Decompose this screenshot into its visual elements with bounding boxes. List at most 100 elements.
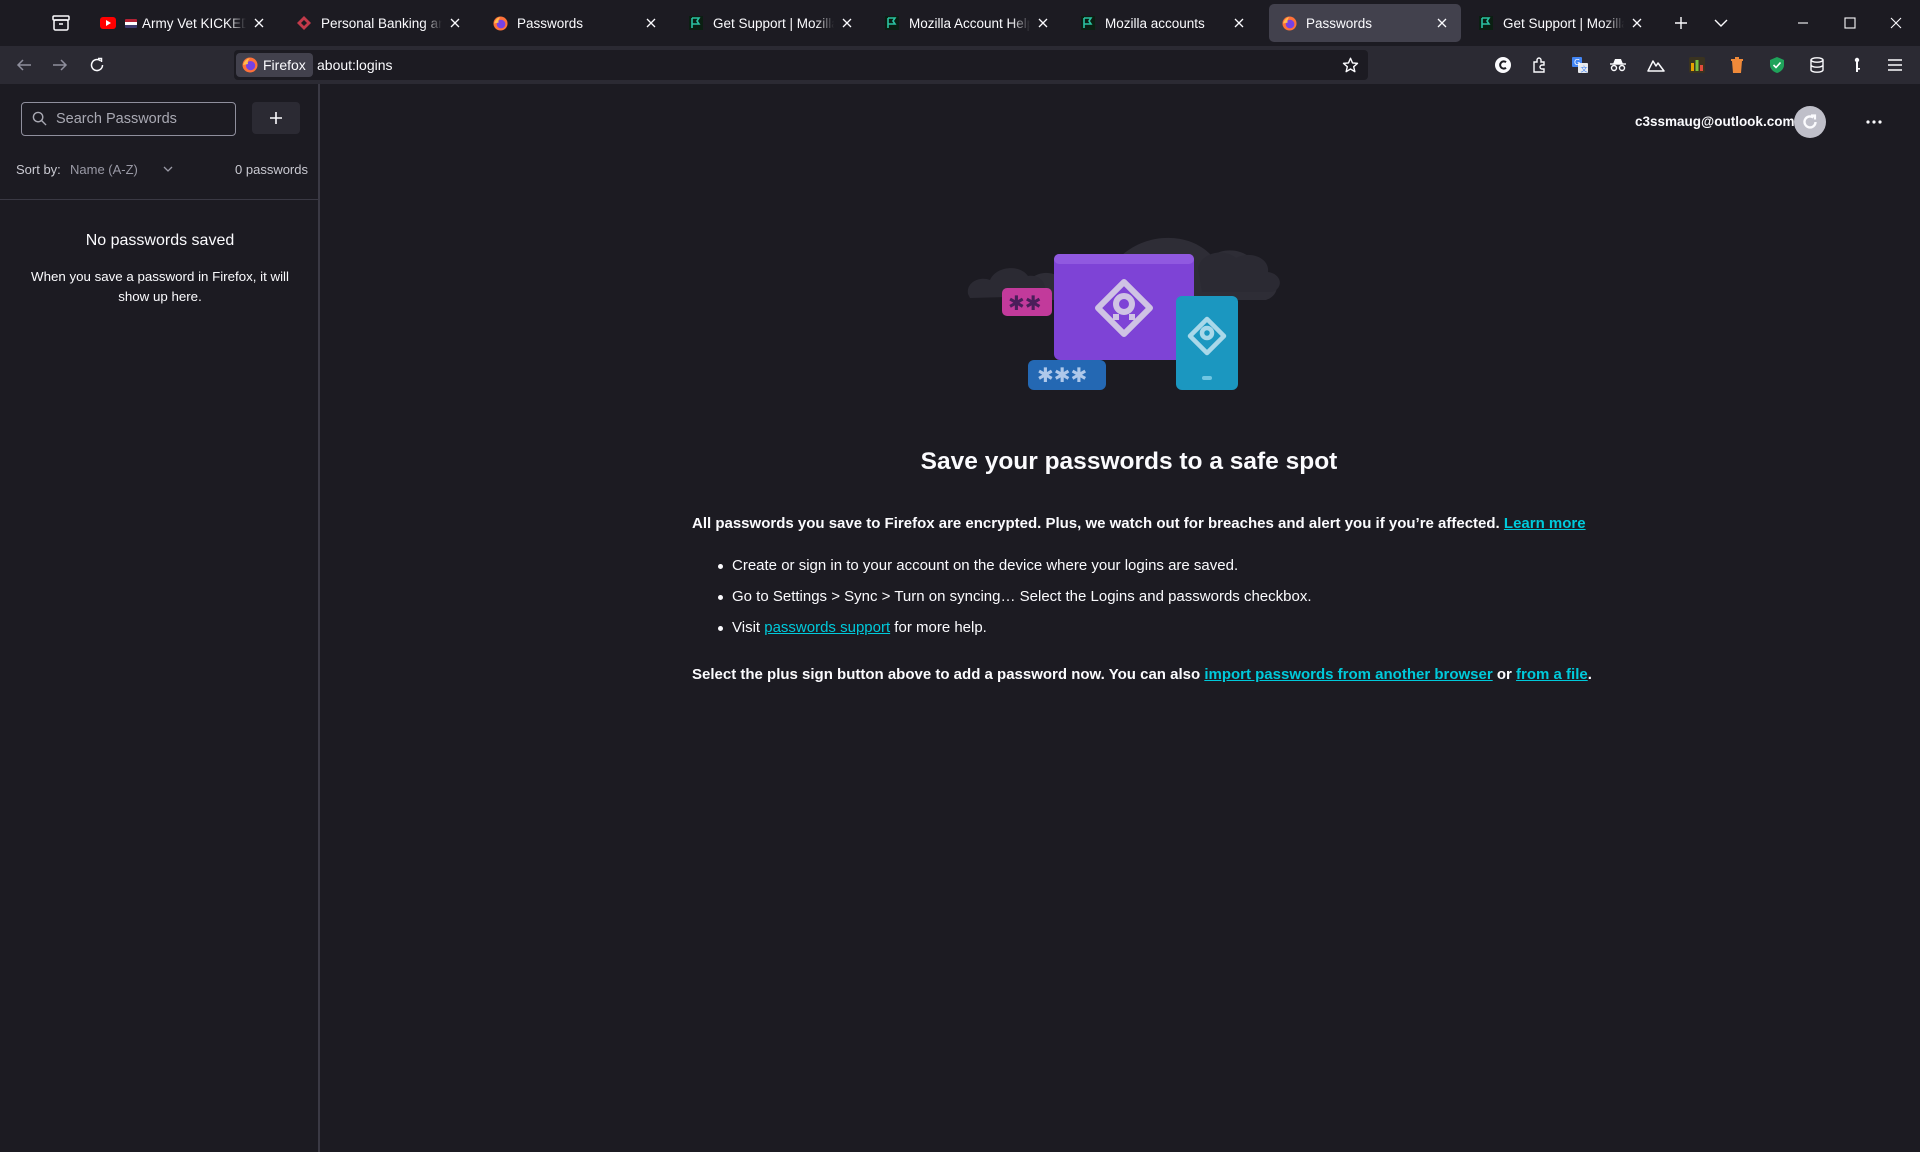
minimize-icon [1798,22,1808,24]
account-email[interactable]: c3ssmaug@outlook.com [1635,114,1794,129]
new-tab-button[interactable] [1668,11,1694,35]
mozilla-icon [884,15,900,31]
step3-prefix: Visit [732,619,765,636]
tab-get-support-2[interactable]: Get Support | Mozilla Supp [1466,4,1656,42]
tab-mozilla-accounts[interactable]: Mozilla accounts [1068,4,1258,42]
close-window-button[interactable] [1873,0,1919,46]
import-prefix: Select the plus sign button above to add… [692,666,1205,683]
logins-main: c3ssmaug@outlook.com ✱✱ ✱✱✱ Save your pa… [320,84,1920,1152]
firefox-view-icon [52,15,70,31]
import-from-file-link[interactable]: from a file [1516,666,1588,683]
plus-icon [270,112,282,124]
trash-extension-icon[interactable] [1726,54,1748,76]
tab-passwords-active[interactable]: Passwords [1269,4,1461,42]
list-item: Go to Settings > Sync > Turn on syncing…… [718,588,1632,619]
tab-get-support[interactable]: Get Support | Mozilla Supp [676,4,866,42]
tab-close-icon[interactable] [250,14,268,32]
password-count: 0 passwords [235,162,308,177]
tab-title: Army Vet KICKED OUT [125,16,246,31]
url-text[interactable]: about:logins [317,57,393,73]
list-item: Create or sign in to your account on the… [718,557,1632,588]
tab-personal-banking[interactable]: Personal Banking and Fina [284,4,474,42]
tab-title: Personal Banking and Fina [321,15,442,31]
database-extension-icon[interactable] [1806,54,1828,76]
sort-label: Sort by: [16,162,61,177]
key-extension-icon[interactable] [1846,54,1868,76]
passwords-support-link[interactable]: passwords support [764,619,890,636]
translate-extension-icon[interactable]: G文 [1569,54,1591,76]
page-headline: Save your passwords to a safe spot [920,448,1338,475]
empty-list-description: When you save a password in Firefox, it … [31,269,289,304]
tab-close-icon[interactable] [1433,14,1451,32]
tab-army-vet[interactable]: Army Vet KICKED OUT [88,4,278,42]
tab-close-icon[interactable] [1230,14,1248,32]
minimize-button[interactable] [1780,0,1826,46]
us-flag-icon [125,19,137,29]
divider [0,199,318,200]
firefox-icon [492,15,508,31]
passwords-illustration: ✱✱ ✱✱✱ [967,237,1280,390]
intro-paragraph: All passwords you save to Firefox are en… [692,515,1652,532]
svg-text:G: G [1574,58,1580,67]
star-icon [1342,57,1358,72]
plus-icon [1675,17,1687,29]
svg-text:文: 文 [1581,65,1588,74]
tab-title: Get Support | Mozilla Supp [713,15,834,31]
empty-list-title: No passwords saved [85,232,235,249]
tab-close-icon[interactable] [1628,14,1646,32]
tab-bar: Army Vet KICKED OUT Personal Banking and… [0,0,1920,46]
identity-box[interactable]: Firefox [236,53,313,77]
nav-bar: Firefox about:logins G文 [0,46,1920,84]
logins-sidebar: Sort by: Name (A-Z) 0 passwords No passw… [0,84,320,1152]
account-avatar[interactable] [1794,106,1826,138]
firefox-view-button[interactable] [48,11,74,35]
mozilla-icon [688,15,704,31]
mountain-extension-icon[interactable] [1645,54,1667,76]
add-password-button[interactable] [252,102,300,134]
tab-title: Mozilla Account Help [909,15,1030,31]
tab-mozilla-account-help[interactable]: Mozilla Account Help [872,4,1062,42]
sort-row: Sort by: Name (A-Z) 0 passwords [16,160,308,180]
svg-text:✱✱: ✱✱ [1008,291,1042,315]
search-passwords-input[interactable] [56,111,226,127]
bookmark-star-button[interactable] [1340,55,1360,75]
tab-close-icon[interactable] [838,14,856,32]
mozilla-icon [1478,15,1494,31]
import-paragraph: Select the plus sign button above to add… [692,666,1652,683]
list-item: Visit passwords support for more help. [718,619,1632,650]
arrow-right-icon [53,59,68,71]
search-passwords-field[interactable] [21,102,236,136]
incognito-extension-icon[interactable] [1607,54,1629,76]
learn-more-link[interactable]: Learn more [1504,515,1586,532]
app-menu-button[interactable] [1884,54,1906,76]
search-icon [32,111,48,127]
maximize-button[interactable] [1827,0,1873,46]
forward-button[interactable] [46,51,74,79]
url-bar[interactable]: Firefox about:logins [234,50,1368,80]
extension-c-icon[interactable] [1492,54,1514,76]
extensions-puzzle-icon[interactable] [1529,54,1551,76]
mozilla-icon [1080,15,1096,31]
svg-text:✱✱✱: ✱✱✱ [1037,363,1087,387]
tab-title: Passwords [517,15,584,31]
reload-icon [90,57,104,72]
tab-passwords[interactable]: Passwords [480,4,670,42]
step3-suffix: for more help. [890,619,987,636]
bars-extension-icon[interactable] [1686,54,1708,76]
tab-close-icon[interactable] [642,14,660,32]
identity-label: Firefox [263,57,306,73]
more-options-button[interactable] [1860,110,1888,134]
reload-button[interactable] [83,51,111,79]
bank-icon [296,15,312,31]
firefox-icon [1281,15,1297,31]
shield-extension-icon[interactable] [1766,54,1788,76]
tab-close-icon[interactable] [1034,14,1052,32]
sync-icon [1803,114,1817,129]
close-icon [1890,17,1902,29]
import-from-browser-link[interactable]: import passwords from another browser [1204,666,1492,683]
list-all-tabs-button[interactable] [1708,11,1734,35]
back-button[interactable] [10,51,38,79]
chevron-down-icon[interactable] [162,163,174,175]
sort-select[interactable]: Name (A-Z) [70,162,138,177]
tab-close-icon[interactable] [446,14,464,32]
